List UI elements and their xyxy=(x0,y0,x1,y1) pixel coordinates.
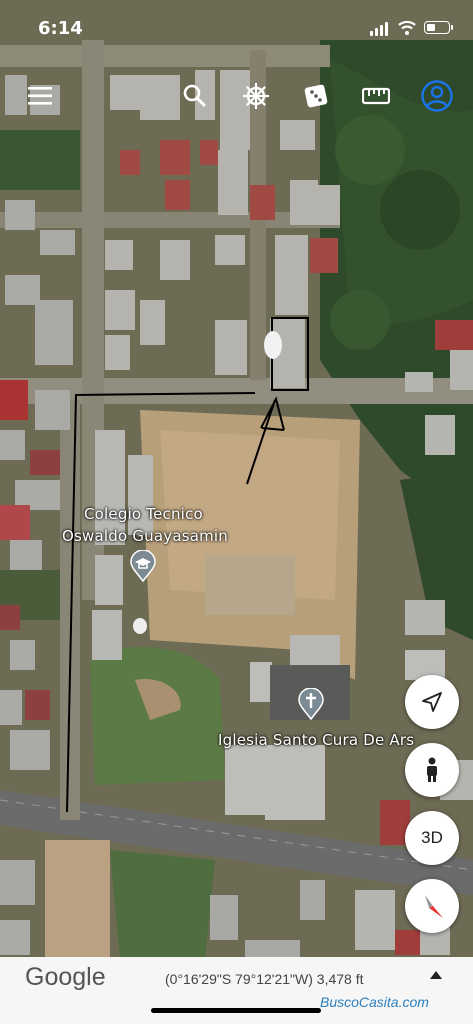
google-logo: Google xyxy=(25,963,106,991)
dice-icon[interactable] xyxy=(300,80,332,112)
satellite-map[interactable] xyxy=(0,0,473,1024)
watermark: BuscoCasita.com xyxy=(320,994,429,1010)
school-cap-pin-icon[interactable] xyxy=(130,550,156,582)
church-cross-pin-icon[interactable] xyxy=(298,688,324,720)
compass-icon xyxy=(425,895,443,918)
home-indicator[interactable] xyxy=(151,1008,321,1013)
3d-label: 3D xyxy=(421,828,443,847)
pegman-icon xyxy=(427,757,437,782)
compass-button[interactable] xyxy=(405,879,459,933)
navigation-arrow-icon xyxy=(422,692,442,712)
battery-icon xyxy=(424,21,453,34)
hamburger-menu-icon[interactable] xyxy=(24,80,56,112)
status-time: 6:14 xyxy=(38,18,83,39)
place-label-colegio-line1[interactable]: Colegio Tecnico xyxy=(84,505,203,523)
wifi-icon xyxy=(398,20,416,35)
bottom-info-bar: Google (0°16'29"S 79°12'21"W) 3,478 ft B… xyxy=(0,957,473,1024)
place-label-iglesia[interactable]: Iglesia Santo Cura De Ars xyxy=(218,731,414,749)
navigation-arrow-button[interactable] xyxy=(405,675,459,729)
place-label-colegio-line2[interactable]: Oswaldo Guayasamin xyxy=(62,527,228,545)
ship-wheel-icon[interactable] xyxy=(240,80,272,112)
ruler-icon[interactable] xyxy=(360,80,392,112)
3d-view-button[interactable]: 3D xyxy=(405,811,459,865)
account-icon[interactable] xyxy=(421,80,453,112)
pegman-button[interactable] xyxy=(405,743,459,797)
search-icon[interactable] xyxy=(179,80,211,112)
cellular-signal-icon xyxy=(370,22,392,36)
coordinates-readout: (0°16'29"S 79°12'21"W) 3,478 ft xyxy=(165,971,364,987)
status-bar: 6:14 xyxy=(0,0,473,56)
caret-up-icon[interactable] xyxy=(430,971,442,979)
